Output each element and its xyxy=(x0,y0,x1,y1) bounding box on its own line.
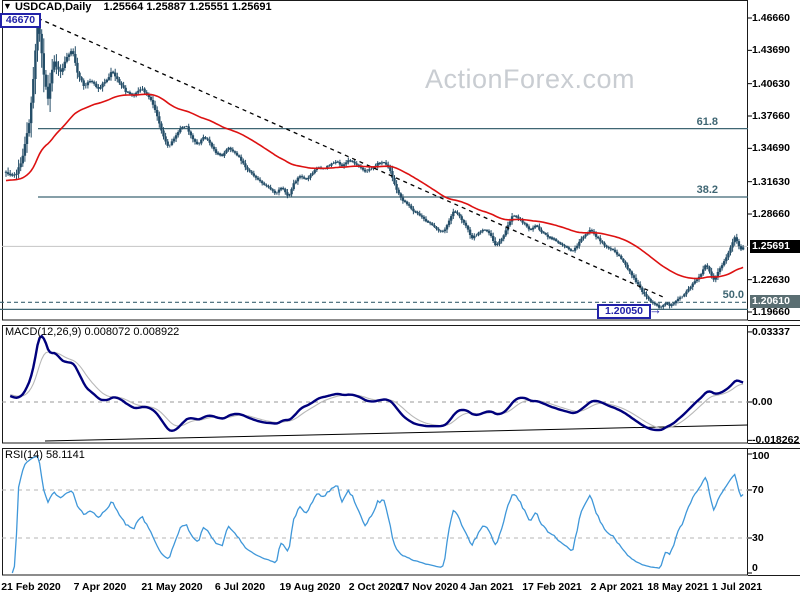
current-price-box: 1.25691 xyxy=(750,240,800,253)
low-price-label: 1.20050 xyxy=(597,304,651,319)
price-axis-label: 1.37660 xyxy=(752,110,790,122)
rsi-axis-label: 30 xyxy=(752,532,764,544)
price-axis-label: 1.22630 xyxy=(752,274,790,286)
ohlc-values: 1.25564 1.25887 1.25551 1.25691 xyxy=(103,1,272,13)
macd-values: 0.008072 0.008922 xyxy=(84,326,180,338)
price-axis-label: 1.43690 xyxy=(752,44,790,56)
rsi-axis-label: 0 xyxy=(752,562,758,574)
level-label-50.0: 50.0 xyxy=(723,289,744,301)
price-axis-label: 1.31630 xyxy=(752,176,790,188)
macd-signal-line xyxy=(10,351,744,429)
rsi-value: 58.1141 xyxy=(45,449,85,461)
panel-border xyxy=(2,0,748,321)
chart-marker-icon: ▼ xyxy=(3,1,12,11)
macd-header: MACD(12,26,9) 0.008072 0.008922 xyxy=(5,326,179,338)
level-price-box: 1.20610 xyxy=(750,295,800,308)
price-axis-label: 1.40630 xyxy=(752,78,790,90)
falling-trendline xyxy=(37,17,666,299)
macd-main-line xyxy=(9,334,744,433)
mt4-chart-window: 61.8 38.2 50.0 ▼ USDCAD,Daily 1.25564 1.25… xyxy=(0,0,800,600)
price-axis-label: 1.28660 xyxy=(752,208,790,220)
low-marker-arrow: → xyxy=(649,302,662,317)
symbol-label: USDCAD,Daily xyxy=(14,1,92,13)
rsi-axis-label: 70 xyxy=(752,484,764,496)
macd-axis-label: 0.03337 xyxy=(752,326,790,338)
watermark: ActionForex.com xyxy=(424,64,636,94)
price-axis-label: 1.34690 xyxy=(752,142,790,154)
x-axis-label: 1 Jul 2021 xyxy=(711,581,763,593)
macd-axis-label: 0.00 xyxy=(752,396,773,408)
panel-border xyxy=(2,325,748,444)
moving-average-line xyxy=(5,93,744,280)
macd-label: MACD(12,26,9) xyxy=(5,326,82,338)
macd-axis-label: -0.018262 xyxy=(752,434,800,446)
high-price-label: 46670 xyxy=(0,13,41,28)
rsi-label: RSI(14) xyxy=(5,449,43,461)
chart-title: ▼ USDCAD,Daily 1.25564 1.25887 1.25551 1… xyxy=(3,1,272,13)
rsi-line xyxy=(11,455,744,574)
macd-trendline xyxy=(44,424,749,442)
level-label-61.8: 61.8 xyxy=(697,116,718,128)
price-axis-label: 1.46660 xyxy=(752,12,790,24)
rsi-header: RSI(14) 58.1141 xyxy=(5,449,85,461)
rsi-axis-label: 100 xyxy=(752,450,770,462)
level-label-38.2: 38.2 xyxy=(697,184,718,196)
candlestick-wicks xyxy=(5,14,744,310)
panel-border xyxy=(2,448,748,576)
